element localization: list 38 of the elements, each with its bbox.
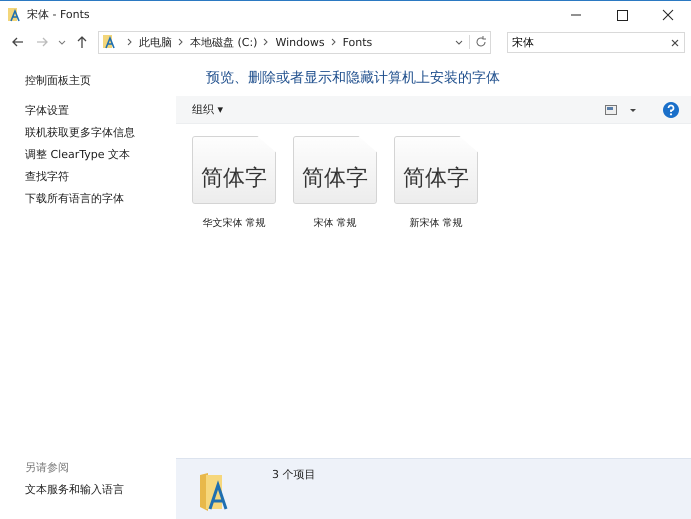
address-bar[interactable]: 此电脑 本地磁盘 (C:) Windows Fonts: [98, 30, 491, 54]
breadcrumb[interactable]: 此电脑: [139, 34, 172, 50]
refresh-icon[interactable]: [469, 35, 488, 49]
clear-icon[interactable]: [671, 38, 679, 46]
font-name: 华文宋体 常规: [202, 216, 266, 230]
sidebar-link[interactable]: 字体设置: [25, 100, 176, 122]
organize-button[interactable]: 组织 ▾: [192, 102, 224, 117]
font-folder-icon: [8, 8, 22, 22]
see-also-heading: 另请参阅: [25, 460, 70, 476]
chevron-right-icon: [330, 38, 337, 46]
font-name: 宋体 常规: [313, 216, 357, 230]
search-field[interactable]: 宋体: [507, 32, 685, 52]
sidebar-link[interactable]: 联机获取更多字体信息: [25, 122, 176, 144]
font-name: 新宋体 常规: [409, 216, 463, 230]
chevron-right-icon: [178, 38, 184, 46]
view-icon[interactable]: [605, 104, 617, 114]
breadcrumb[interactable]: 本地磁盘 (C:): [190, 34, 258, 50]
item-count: 3 个项目: [272, 467, 316, 482]
font-preview-file[interactable]: 简体字: [293, 136, 377, 204]
chevron-right-icon: [263, 38, 270, 46]
back-arrow-icon[interactable]: [11, 35, 25, 49]
page-heading: 预览、删除或者显示和隐藏计算机上安装的字体: [205, 69, 501, 88]
help-icon[interactable]: [663, 102, 679, 118]
see-also-link[interactable]: 文本服务和输入语言: [25, 479, 176, 501]
control-panel-home-link[interactable]: 控制面板主页: [25, 70, 176, 92]
window-title: 宋体 - Fonts: [27, 7, 90, 22]
font-folder-icon: [103, 35, 117, 49]
chevron-down-icon[interactable]: [58, 38, 66, 46]
sidebar-link[interactable]: 查找字符: [25, 166, 176, 188]
breadcrumb[interactable]: Fonts: [342, 36, 372, 48]
breadcrumb[interactable]: Windows: [275, 36, 325, 48]
up-arrow-icon[interactable]: [75, 35, 89, 49]
sidebar-link[interactable]: 调整 ClearType 文本: [25, 144, 176, 166]
chevron-down-icon[interactable]: [455, 38, 463, 46]
font-preview-file[interactable]: 简体字: [192, 136, 276, 204]
sidebar-link[interactable]: 下载所有语言的字体: [25, 188, 176, 210]
font-preview-file[interactable]: 简体字: [394, 136, 478, 204]
chevron-right-icon: [127, 38, 133, 46]
